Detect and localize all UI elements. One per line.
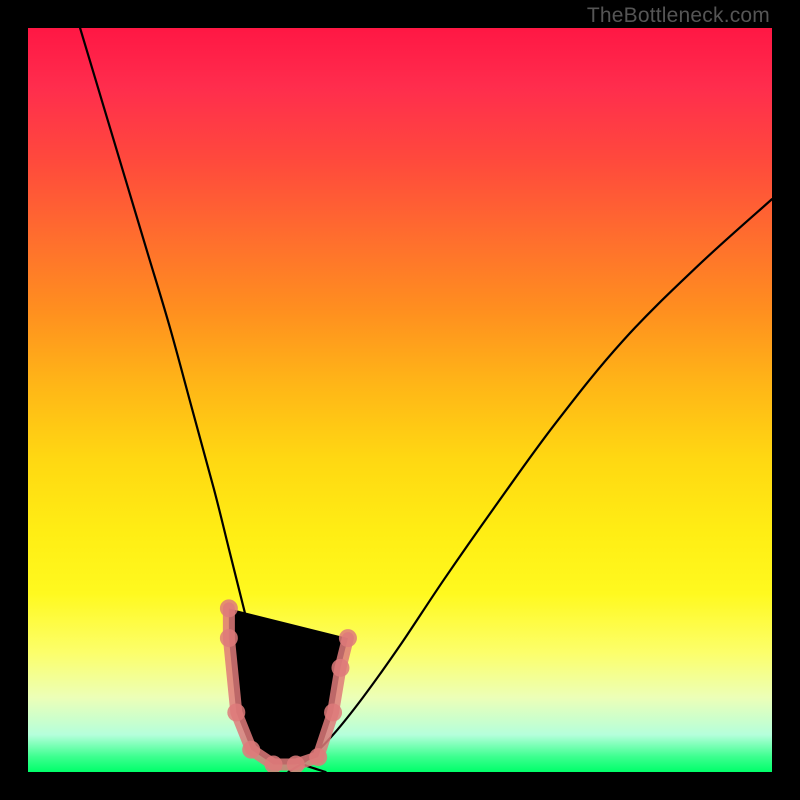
marker-point bbox=[227, 703, 245, 721]
marker-point bbox=[324, 703, 342, 721]
marker-point bbox=[242, 741, 260, 759]
marker-cluster bbox=[220, 599, 357, 772]
chart-canvas: TheBottleneck.com bbox=[0, 0, 800, 800]
marker-point bbox=[220, 599, 238, 617]
marker-point bbox=[331, 659, 349, 677]
watermark-text: TheBottleneck.com bbox=[587, 4, 770, 28]
marker-connector bbox=[229, 608, 348, 764]
right-curve bbox=[288, 199, 772, 772]
curve-layer bbox=[28, 28, 772, 772]
marker-point bbox=[220, 629, 238, 647]
marker-point bbox=[309, 748, 327, 766]
marker-point bbox=[339, 629, 357, 647]
plot-area bbox=[28, 28, 772, 772]
